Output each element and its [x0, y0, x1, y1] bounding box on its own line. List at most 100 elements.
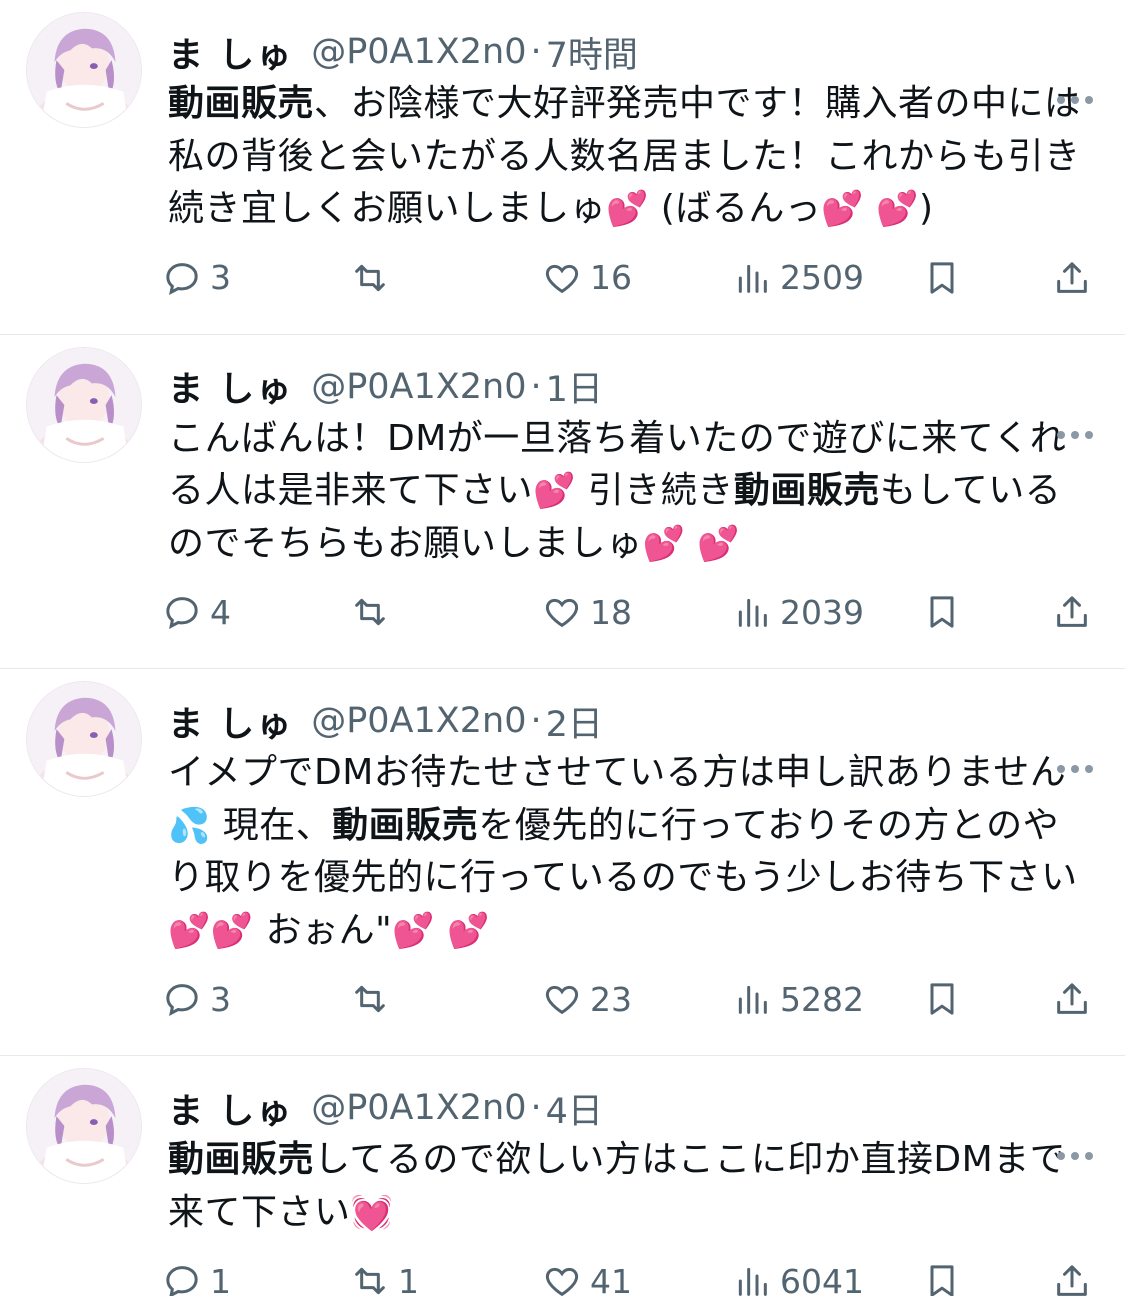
- heart-emoji-icon: 💕: [642, 523, 686, 564]
- avatar[interactable]: [26, 12, 142, 128]
- avatar[interactable]: [26, 346, 142, 463]
- like-button[interactable]: 16: [542, 258, 632, 298]
- retweet-button[interactable]: [350, 258, 398, 298]
- views-icon: [738, 264, 767, 293]
- views-count: 6041: [780, 1261, 864, 1296]
- share-icon: [1057, 1265, 1087, 1296]
- timeline-feed: ま しゅ @P0A1X2n0 · 7時間 動画販売、お陰様で大好評発売中です！購…: [0, 0, 1125, 1296]
- share-button[interactable]: [1052, 1261, 1092, 1296]
- text-segment: 現在、: [210, 804, 333, 846]
- views-button[interactable]: 5282: [732, 979, 864, 1019]
- reply-icon: [166, 984, 198, 1016]
- tweet[interactable]: ま しゅ @P0A1X2n0 · 2日 イメプでDMお待たせさせている方は申し訳…: [0, 669, 1125, 1056]
- text-segment: [685, 523, 697, 564]
- share-button[interactable]: [1052, 258, 1092, 298]
- more-icon[interactable]: [1057, 411, 1093, 459]
- like-icon: [545, 1267, 579, 1296]
- bookmark-button[interactable]: [922, 592, 962, 632]
- retweet-icon: [355, 264, 385, 291]
- more-icon[interactable]: [1057, 1132, 1093, 1180]
- separator-dot: ·: [530, 701, 542, 741]
- heart-emoji-icon: 💕: [533, 471, 576, 511]
- display-name[interactable]: ま しゅ: [168, 361, 293, 412]
- views-button[interactable]: 2509: [732, 258, 864, 298]
- more-icon[interactable]: [1057, 745, 1093, 793]
- avatar[interactable]: [26, 1068, 142, 1184]
- views-button[interactable]: 6041: [732, 1261, 864, 1296]
- share-button[interactable]: [1052, 979, 1092, 1019]
- bold-keyword: 動画販売: [733, 470, 880, 511]
- tweet-actions: 1 1 41 6041: [162, 1239, 1095, 1296]
- text-segment: 引き続き: [575, 470, 734, 511]
- user-handle[interactable]: @P0A1X2n0: [311, 367, 526, 407]
- bookmark-button[interactable]: [922, 1261, 962, 1296]
- tweet-text: 動画販売、お陰様で大好評発売中です！購入者の中には私の背後と会いたがる人数名居ま…: [168, 78, 1095, 236]
- text-segment: ): [919, 188, 934, 229]
- retweet-button[interactable]: [350, 979, 398, 1019]
- reply-button[interactable]: 4: [162, 592, 231, 632]
- avatar-image: [27, 347, 141, 462]
- avatar-image: [27, 13, 141, 127]
- tweet-header: ま しゅ @P0A1X2n0 · 2日: [168, 697, 1095, 745]
- tweet-text: 動画販売してるので欲しい方はここに印か直接DMまで来て下さい💓: [168, 1134, 1095, 1239]
- sweat-droplets-icon: 💦: [168, 805, 211, 846]
- display-name[interactable]: ま しゅ: [168, 1083, 293, 1134]
- reply-button[interactable]: 3: [162, 258, 231, 298]
- user-handle[interactable]: @P0A1X2n0: [311, 1088, 526, 1128]
- tweet-actions: 3 16 2509: [162, 236, 1095, 334]
- tweet-text: イメプでDMお待たせさせている方は申し訳ありません💦 現在、動画販売を優先的に行…: [168, 747, 1095, 957]
- like-button[interactable]: 18: [542, 592, 632, 632]
- share-button[interactable]: [1052, 592, 1092, 632]
- like-icon: [545, 985, 579, 1015]
- like-count: 41: [590, 1261, 632, 1296]
- tweet-actions: 4 18 2039: [162, 570, 1095, 668]
- retweet-button[interactable]: 1: [350, 1261, 419, 1296]
- heart-emoji-icon: 💕: [210, 910, 254, 951]
- tweet[interactable]: ま しゅ @P0A1X2n0 · 4日 動画販売してるので欲しい方はここに印か直…: [0, 1056, 1125, 1296]
- timestamp[interactable]: 7時間: [546, 27, 638, 78]
- reply-button[interactable]: 3: [162, 979, 231, 1019]
- reply-count: 1: [210, 1261, 231, 1296]
- avatar[interactable]: [26, 681, 142, 797]
- timestamp[interactable]: 4日: [546, 1083, 603, 1134]
- display-name[interactable]: ま しゅ: [168, 27, 293, 78]
- like-button[interactable]: 23: [542, 979, 632, 1019]
- views-icon: [738, 598, 767, 627]
- reply-icon: [166, 597, 198, 629]
- text-segment: (ばるんっ: [648, 188, 822, 229]
- reply-button[interactable]: 1: [162, 1261, 231, 1296]
- retweet-count: 1: [398, 1261, 419, 1296]
- heart-emoji-icon: 💕: [821, 189, 865, 229]
- views-button[interactable]: 2039: [732, 592, 864, 632]
- like-count: 18: [590, 592, 632, 632]
- avatar-image: [27, 1069, 141, 1183]
- timestamp[interactable]: 1日: [546, 361, 603, 412]
- bookmark-icon: [930, 261, 954, 294]
- display-name[interactable]: ま しゅ: [168, 696, 293, 747]
- share-icon: [1057, 596, 1087, 627]
- separator-dot: ·: [530, 32, 542, 72]
- bookmark-button[interactable]: [922, 258, 962, 298]
- timestamp[interactable]: 2日: [546, 696, 603, 747]
- retweet-button[interactable]: [350, 592, 398, 632]
- bookmark-button[interactable]: [922, 979, 962, 1019]
- separator-dot: ·: [530, 366, 542, 407]
- reply-icon: [166, 262, 198, 295]
- bookmark-icon: [930, 596, 954, 628]
- tweet-header: ま しゅ @P0A1X2n0 · 7時間: [168, 28, 1095, 76]
- views-icon: [738, 985, 767, 1014]
- views-count: 5282: [780, 979, 864, 1019]
- like-button[interactable]: 41: [542, 1261, 632, 1296]
- reply-count: 4: [210, 592, 231, 632]
- heart-emoji-icon: 💓: [350, 1192, 394, 1233]
- text-segment: [864, 188, 876, 229]
- more-icon[interactable]: [1057, 76, 1093, 124]
- bookmark-icon: [930, 983, 954, 1015]
- separator-dot: ·: [530, 1088, 542, 1128]
- user-handle[interactable]: @P0A1X2n0: [311, 701, 526, 741]
- user-handle[interactable]: @P0A1X2n0: [311, 32, 526, 72]
- reply-count: 3: [210, 979, 231, 1019]
- tweet[interactable]: ま しゅ @P0A1X2n0 · 7時間 動画販売、お陰様で大好評発売中です！購…: [0, 0, 1125, 335]
- tweet[interactable]: ま しゅ @P0A1X2n0 · 1日 こんばんは！DMが一旦落ち着いたので遊び…: [0, 335, 1125, 669]
- avatar-image: [27, 682, 141, 796]
